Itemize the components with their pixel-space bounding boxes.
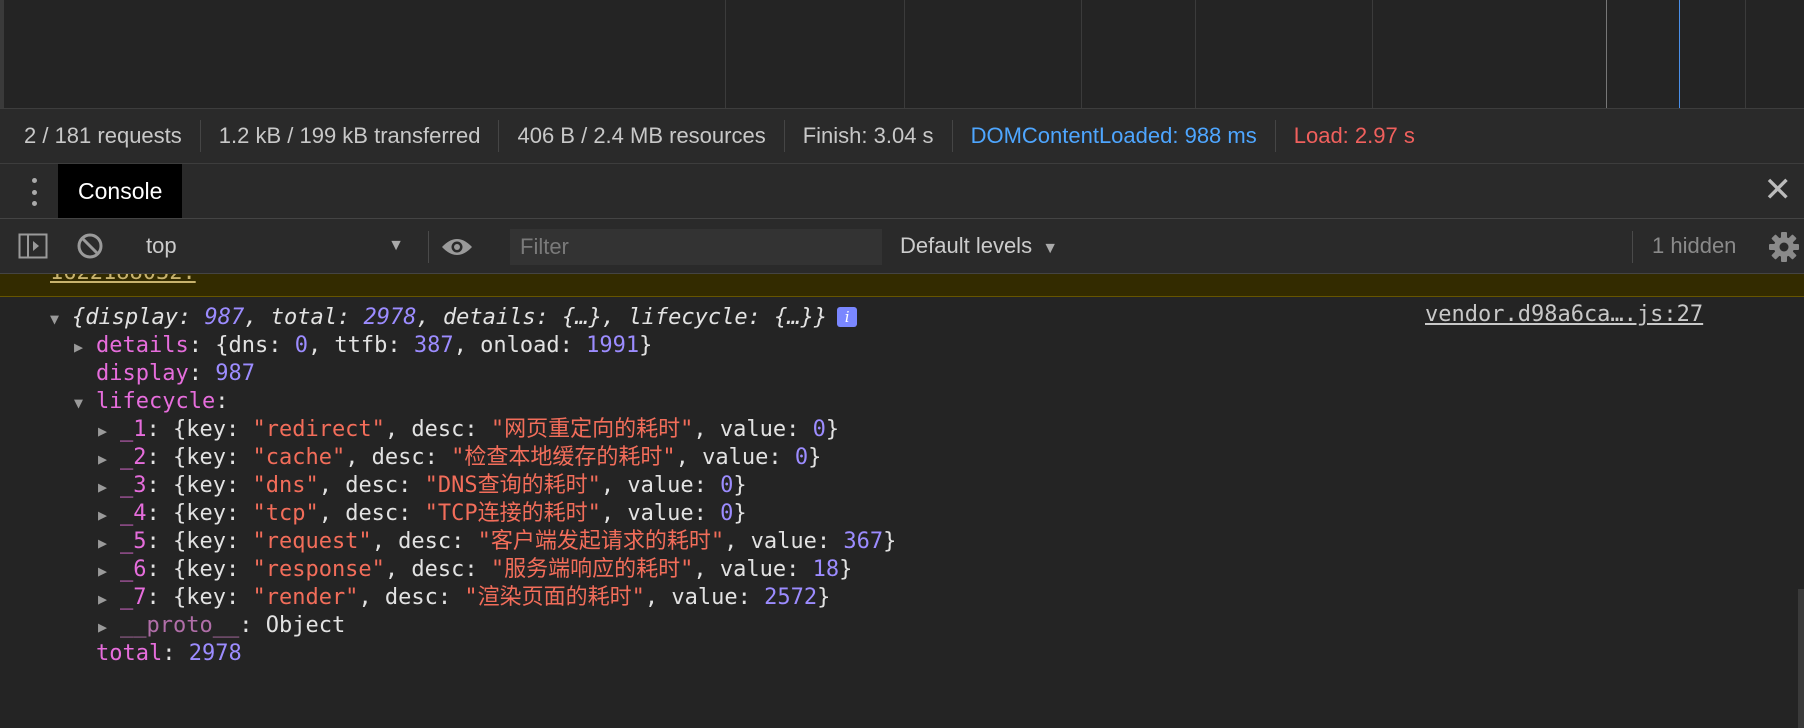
item-value: 0 [794,445,809,470]
timeline-divider [1606,0,1607,108]
item-desc: "客户端发起请求的耗时" [477,529,725,554]
property-key: details [96,333,189,358]
property-key: total [96,641,163,666]
proto-value: Object [265,613,346,638]
item-desc: "网页重定向的耗时" [490,417,694,442]
item-key: "response" [252,557,385,582]
summary-preview: {…} [774,305,814,330]
gear-icon[interactable] [1768,231,1800,268]
summary-key: display [85,305,178,330]
summary-key: details [442,305,536,330]
context-value: top [146,233,177,258]
timeline-divider [1745,0,1746,108]
item-value: 0 [720,501,734,526]
console-output[interactable]: 1622188032. vendor.d98a6ca….js:27 ▼{disp… [0,274,1804,728]
timeline-divider [1372,0,1373,108]
requests-count: 2 / 181 requests [0,120,201,152]
log-levels-label: Default levels [900,233,1033,258]
scrollbar[interactable] [1798,589,1804,728]
toolbar-divider [1632,231,1633,263]
sidebar-toggle-icon[interactable] [18,233,48,264]
property-key: lifecycle [96,389,216,414]
chevron-down-icon: ▼ [1042,240,1059,257]
context-selector[interactable]: top ▼ [146,230,408,262]
item-value: 2572 [764,585,818,610]
property-value: 387 [413,333,454,358]
property-value: 0 [294,333,308,358]
finish-time: Finish: 3.04 s [785,120,953,152]
console-toolbar: top ▼ Default levels ▼ 1 hidden [0,219,1804,274]
eye-icon[interactable] [440,236,474,263]
property-value: 1991 [586,333,640,358]
network-overview-graph[interactable] [0,0,1804,108]
item-desc: "DNS查询的耗时" [424,473,601,498]
item-id: _3 [120,473,147,498]
item-value: 0 [720,473,734,498]
more-tabs-icon[interactable] [24,178,44,206]
summary-value: 987 [204,305,245,330]
property-value: 2978 [188,641,242,666]
summary-preview: {…} [562,305,602,330]
item-value: 0 [812,417,826,442]
collapsed-triangle-icon[interactable]: ▶ [74,331,96,363]
source-link[interactable]: vendor.d98a6ca….js:27 [1425,302,1703,327]
item-id: _1 [120,417,147,442]
summary-key: lifecycle [628,305,748,330]
summary-key: total [270,305,337,330]
timeline-divider [725,0,726,108]
resources-size: 406 B / 2.4 MB resources [499,120,785,152]
filter-input[interactable] [510,229,882,265]
timeline-divider [1195,0,1196,108]
drawer-tab-bar: Console ✕ [0,164,1804,219]
dom-content-loaded-marker [1679,0,1680,108]
expanded-triangle-icon[interactable]: ▼ [74,387,96,419]
load-time: Load: 2.97 s [1293,123,1415,148]
item-desc: "检查本地缓存的耗时" [451,445,676,470]
tab-console[interactable]: Console [58,164,183,218]
chevron-down-icon: ▼ [388,237,404,254]
info-icon[interactable]: i [837,307,858,327]
network-summary-bar: 2 / 181 requests 1.2 kB / 199 kB transfe… [0,108,1804,164]
item-id: _2 [120,445,147,470]
item-key: "tcp" [252,501,319,526]
item-desc: "渲染页面的耗时" [464,585,645,610]
timeline-divider [904,0,905,108]
summary-value: 2978 [363,305,417,330]
expanded-triangle-icon[interactable]: ▼ [50,303,72,335]
item-key: "dns" [252,473,319,498]
property-key: display [96,361,189,386]
item-desc: "服务端响应的耗时" [490,557,694,582]
item-key: "request" [252,529,372,554]
property-value: 987 [215,361,255,386]
transferred-size: 1.2 kB / 199 kB transferred [201,120,500,152]
item-key: "redirect" [252,417,385,442]
item-key: "render" [252,585,359,610]
dom-content-loaded-time: DOMContentLoaded: 988 ms [953,120,1276,152]
log-levels-dropdown[interactable]: Default levels ▼ [900,230,1058,265]
hidden-messages-count: 1 hidden [1652,233,1737,258]
total-row: total: 2978 [96,641,242,666]
close-icon[interactable]: ✕ [1764,172,1793,208]
item-id: _4 [120,501,147,526]
item-desc: "TCP连接的耗时" [424,501,601,526]
clear-console-icon[interactable] [76,232,104,265]
item-id: _7 [120,585,147,610]
item-id: _6 [120,557,147,582]
toolbar-divider [428,231,429,263]
item-id: _5 [120,529,147,554]
item-value: 18 [812,557,840,582]
timeline-divider [1081,0,1082,108]
previous-message-text[interactable]: 1622188032. [50,274,196,285]
item-value: 367 [843,529,884,554]
previous-message: 1622188032. [0,274,1804,297]
item-key: "cache" [252,445,346,470]
proto-key: __proto__ [120,613,240,638]
